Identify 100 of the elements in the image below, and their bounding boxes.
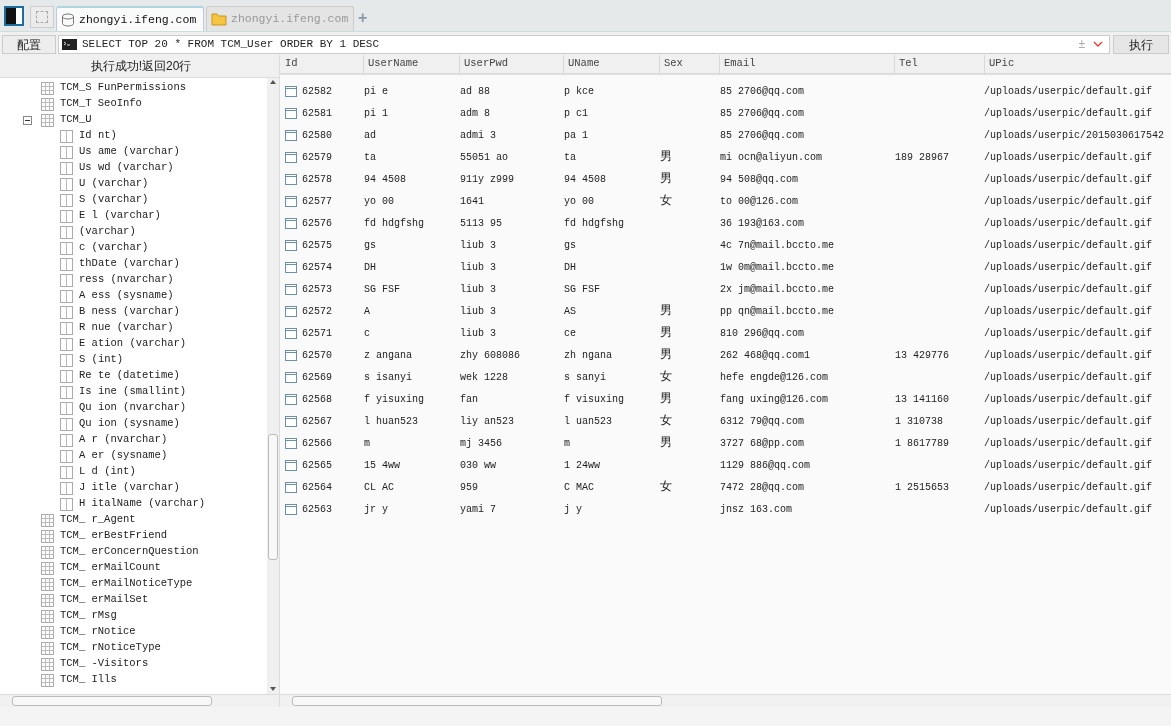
column-header[interactable]: Sex — [664, 56, 683, 72]
column-header[interactable]: UserPwd — [464, 56, 509, 72]
column-header[interactable]: Tel — [899, 56, 918, 72]
tree-item[interactable]: TCM_ erConcernQuestion — [60, 544, 199, 560]
tree-item[interactable]: thDate (varchar) — [79, 256, 180, 272]
table-cell-text: 62569 — [302, 370, 332, 385]
tree-item[interactable]: TCM_U — [60, 112, 92, 128]
table-icon — [41, 97, 54, 111]
tree-item[interactable]: Qu ion (nvarchar) — [79, 400, 187, 416]
row-icon — [285, 107, 297, 119]
table-cell-text: /uploads/userpic/default.gif — [984, 436, 1153, 451]
tree-item[interactable]: TCM_ r_Agent — [60, 512, 136, 528]
tree-item[interactable]: H italName (varchar) — [79, 496, 206, 512]
row-icon — [285, 217, 297, 229]
run-button[interactable]: 执行 — [1113, 34, 1169, 54]
column-icon — [60, 289, 73, 303]
table-cell-text: 4c 7n@mail.bccto.me — [720, 238, 835, 253]
tree-item[interactable]: R nue (varchar) — [79, 320, 174, 336]
chevron-down-icon[interactable] — [1093, 41, 1103, 47]
row-icon — [285, 371, 297, 383]
tree-item[interactable]: TCM_ -Visitors — [60, 656, 149, 672]
horizontal-scrollbar[interactable] — [0, 694, 279, 707]
table-cell-text: 62573 — [302, 282, 332, 297]
tree-item[interactable]: Us wd (varchar) — [79, 160, 174, 176]
tree-item[interactable]: Us ame (varchar) — [79, 144, 180, 160]
table-cell-text: ad 88 — [460, 84, 490, 99]
table-cell-text: 62580 — [302, 128, 332, 143]
table-cell-text: fan — [460, 392, 478, 407]
tree-item[interactable]: A er (sysname) — [79, 448, 168, 464]
tree-item[interactable]: TCM_S FunPermissions — [60, 80, 187, 96]
row-icon — [285, 503, 297, 515]
tree-item[interactable]: ress (nvarchar) — [79, 272, 174, 288]
scrollbar-thumb[interactable] — [292, 696, 662, 706]
table-cell-text: f yisuxing — [364, 392, 424, 407]
table-cell-text: DH — [364, 260, 376, 275]
table-cell-text: /uploads/userpic/default.gif — [984, 326, 1153, 341]
tree-item[interactable]: Is ine (smallint) — [79, 384, 187, 400]
table-cell-text: 94 508@qq.com — [720, 172, 798, 187]
column-icon — [60, 337, 73, 351]
tree-item[interactable]: TCM_ erMailSet — [60, 592, 149, 608]
tree-item[interactable]: A r (nvarchar) — [79, 432, 168, 448]
tree-item[interactable]: (varchar) — [79, 224, 136, 240]
tab[interactable]: zhongyi.ifeng.com — [56, 6, 204, 31]
table-cell-text: 女 — [660, 193, 672, 210]
column-icon — [60, 433, 73, 447]
layout-icon[interactable] — [30, 6, 54, 28]
tree-item[interactable]: Re te (datetime) — [79, 368, 180, 384]
table-cell-text: p c1 — [564, 106, 588, 121]
table-cell-text: /uploads/userpic/default.gif — [984, 260, 1153, 275]
column-header[interactable]: Email — [724, 56, 756, 72]
config-button[interactable]: 配置 — [2, 34, 56, 54]
tree-item[interactable]: TCM_ erMailCount — [60, 560, 161, 576]
tree-item[interactable]: S (int) — [79, 352, 124, 368]
column-header[interactable]: UPic — [989, 56, 1015, 72]
column-header[interactable]: Id — [285, 56, 298, 72]
column-icon — [60, 209, 73, 223]
scrollbar-thumb[interactable] — [12, 696, 212, 706]
horizontal-scrollbar[interactable] — [280, 694, 1171, 707]
table-cell-text: l huan523 — [364, 414, 418, 429]
tree-item[interactable]: E l (varchar) — [79, 208, 161, 224]
tree-item[interactable]: J itle (varchar) — [79, 480, 180, 496]
table-icon — [41, 513, 54, 527]
tree-item[interactable]: E ation (varchar) — [79, 336, 187, 352]
collapse-toggle[interactable] — [22, 115, 32, 125]
query-field[interactable]: SELECT TOP 20 * FROM TCM_User ORDER BY 1 DESC ± — [58, 34, 1110, 54]
tree-item[interactable]: U (varchar) — [79, 176, 149, 192]
column-header[interactable]: UserName — [368, 56, 419, 72]
tree-item[interactable]: S (varchar) — [79, 192, 149, 208]
tree-item[interactable]: TCM_ rNoticeType — [60, 640, 161, 656]
table-cell-text: 62563 — [302, 502, 332, 517]
tree-item[interactable]: Id nt) — [79, 128, 117, 144]
tree-item[interactable]: L d (int) — [79, 464, 136, 480]
panel-toggle-icon[interactable] — [4, 6, 24, 26]
table-cell-text: SG FSF — [564, 282, 600, 297]
tree-item[interactable]: TCM_ rMsg — [60, 608, 117, 624]
table-icon — [41, 81, 54, 95]
table-icon — [41, 529, 54, 543]
row-icon — [285, 437, 297, 449]
column-header[interactable]: UName — [568, 56, 600, 72]
scroll-up-icon[interactable] — [270, 80, 276, 84]
vertical-scrollbar[interactable] — [267, 78, 279, 694]
table-cell-text: 94 4508 — [564, 172, 606, 187]
tree-item[interactable]: TCM_ erBestFriend — [60, 528, 168, 544]
tree-item[interactable]: c (varchar) — [79, 240, 149, 256]
tree-item[interactable]: Qu ion (sysname) — [79, 416, 180, 432]
tree-item[interactable]: B ness (varchar) — [79, 304, 180, 320]
table-cell-text: wek 1228 — [460, 370, 508, 385]
tree-item[interactable]: A ess (sysname) — [79, 288, 174, 304]
tree-item[interactable]: TCM_ Ills — [60, 672, 117, 688]
table-cell-text: /uploads/userpic/default.gif — [984, 414, 1153, 429]
row-icon — [285, 129, 297, 141]
table-cell-text: 15 4ww — [364, 458, 400, 473]
table-icon — [41, 577, 54, 591]
table-cell-text: 女 — [660, 413, 672, 430]
table-cell-text: 62581 — [302, 106, 332, 121]
scrollbar-thumb[interactable] — [268, 434, 278, 560]
tree-item[interactable]: TCM_ erMailNoticeType — [60, 576, 193, 592]
table-cell-text: 男 — [660, 303, 672, 320]
tree-item[interactable]: TCM_T SeoInfo — [60, 96, 142, 112]
tree-item[interactable]: TCM_ rNotice — [60, 624, 136, 640]
